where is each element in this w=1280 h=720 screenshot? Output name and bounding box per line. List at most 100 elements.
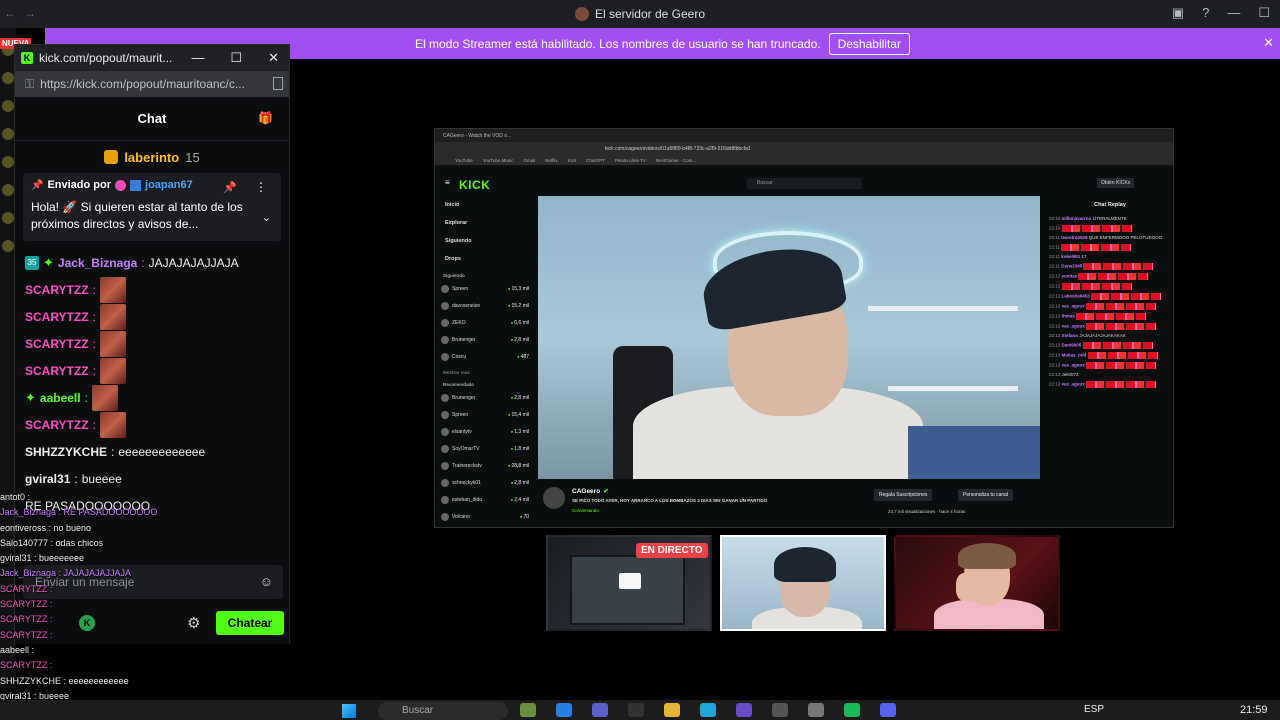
site-info-icon[interactable]: ⚿ (25, 77, 34, 92)
customize-channel-button: Personaliza tu canal (958, 489, 1014, 501)
emote-image (99, 357, 126, 384)
banner-text: El modo Streamer está habilitado. Los no… (415, 36, 821, 51)
inbox-icon[interactable]: ▣ (1172, 5, 1184, 21)
chat-username[interactable]: SCARYTZZ (25, 283, 89, 297)
chat-input[interactable]: Enviar un mensaje ☺ (23, 565, 283, 599)
replay-line: 22:12 vax_aguux (1045, 321, 1173, 331)
windows-start-icon[interactable] (342, 704, 356, 718)
chat-username[interactable]: Jack_Biznaga (58, 256, 137, 270)
chat-text: JAJAJAJAJJAJA (148, 255, 239, 270)
replay-user: leandro0529 (1061, 234, 1088, 240)
kick-icon[interactable]: K (79, 615, 95, 631)
kick-nav-explore: Explorar (445, 220, 468, 226)
minimize-icon[interactable]: — (191, 50, 204, 66)
following-section-title: Siguiendo (443, 273, 465, 278)
emote-image (1087, 351, 1158, 359)
page-icon[interactable] (273, 77, 283, 90)
top-gifter[interactable]: laberinto 15 (15, 141, 289, 173)
replay-line: 22:12 vax_aguux (1045, 301, 1173, 311)
replay-time: 22:13 (1049, 352, 1061, 358)
app-icon[interactable] (556, 703, 572, 717)
chat-message: ✦ aabeell: (25, 384, 279, 411)
recommended-channel: Spreen15,4 mil (435, 406, 535, 423)
server-avatar[interactable] (2, 184, 14, 196)
nav-arrows[interactable]: ←→ (4, 6, 44, 20)
badge-icon (115, 179, 127, 191)
participant-tile-camera[interactable] (720, 535, 886, 631)
pinned-user[interactable]: joapan67 (145, 179, 193, 191)
maximize-icon[interactable]: ☐ (1258, 5, 1270, 21)
app-icon[interactable] (520, 703, 536, 717)
participant-tile-camera[interactable] (894, 535, 1060, 631)
app-icon[interactable] (772, 703, 788, 717)
more-options-icon[interactable]: ⋮ (255, 180, 267, 194)
send-chat-button[interactable]: Chatear (216, 611, 284, 635)
gear-icon[interactable]: ⚙ (187, 614, 200, 632)
replay-time: 22:13 (1049, 332, 1061, 338)
followed-channel: Spreen15,3 mil (435, 280, 535, 297)
screen-share-icon (619, 573, 641, 589)
help-icon[interactable]: ? (1202, 5, 1209, 21)
discord-icon[interactable] (880, 703, 896, 717)
emoji-icon[interactable]: ☺ (260, 574, 273, 589)
overlay-chat-line: SCARYTZZ : (0, 660, 53, 671)
chat-username[interactable]: SHHZZYKCHE (25, 445, 107, 459)
server-avatar[interactable] (2, 100, 14, 112)
server-avatar[interactable] (2, 156, 14, 168)
chat-username[interactable]: gviral31 (25, 472, 70, 486)
server-avatar[interactable] (2, 240, 14, 252)
popup-url-bar[interactable]: ⚿ https://kick.com/popout/mauritoanc/c..… (15, 71, 289, 97)
chat-header: Chat 🎁 (15, 97, 289, 141)
taskbar: Buscar ESP 21:59 (0, 700, 1280, 720)
server-avatar[interactable] (2, 212, 14, 224)
vod-video (538, 196, 1040, 479)
server-avatar[interactable] (2, 128, 14, 140)
pin-icon: 📌 (31, 179, 44, 191)
chat-username[interactable]: SCARYTZZ (25, 337, 89, 351)
chat-actions: K ⚙ Chatear (23, 611, 284, 635)
pinned-message[interactable]: 📌 Enviado por joapan67 Hola! 🚀 Si quiere… (23, 173, 281, 241)
app-icon[interactable] (592, 703, 608, 717)
taskbar-search[interactable]: Buscar (378, 702, 508, 720)
disable-streamer-mode-button[interactable]: Deshabilitar (828, 32, 910, 55)
colon: : (92, 336, 96, 351)
unpin-icon[interactable]: 📌 (223, 181, 237, 194)
maximize-icon[interactable]: ☐ (230, 50, 242, 66)
chat-username[interactable]: aabeell (40, 391, 81, 405)
gift-icon[interactable]: 🎁 (258, 111, 273, 125)
inner-url: kick.com/cageero/videos/01a5f8f9-b4f8-73… (605, 146, 751, 152)
server-avatar[interactable] (2, 72, 14, 84)
chat-username[interactable]: SCARYTZZ (25, 310, 89, 324)
chat-username[interactable]: SCARYTZZ (25, 364, 89, 378)
chevron-down-icon[interactable]: ⌄ (262, 211, 271, 224)
folder-icon[interactable] (664, 703, 680, 717)
bookmark: Kick (567, 158, 577, 163)
replay-line: 22:11 leandro0529 QUE ENFERMOOO PELOTUDO… (1045, 233, 1173, 242)
app-icon[interactable] (736, 703, 752, 717)
spotify-icon[interactable] (844, 703, 860, 717)
app-icon[interactable] (628, 703, 644, 717)
minimize-icon[interactable]: — (1227, 5, 1240, 21)
streamer-name: CAGeero ✔ (572, 488, 609, 495)
replay-time: 22:10 (1049, 225, 1061, 231)
top-gifter-name: laberinto (124, 149, 180, 165)
replay-time: 22:11 (1049, 253, 1060, 259)
replay-msg: JAJAJAJAJAJAKAKAK (1079, 332, 1126, 338)
clock[interactable]: 21:59 (1240, 704, 1268, 716)
gear-icon[interactable] (808, 703, 824, 717)
window-titlebar: ←→ El servidor de Geero ▣ ? — ☐ (0, 0, 1280, 28)
recommended-channel: esteban_dido2,4 mil (435, 491, 535, 508)
kick-search: Buscar (747, 178, 862, 189)
close-banner-icon[interactable]: ✕ (1263, 35, 1274, 51)
replay-line: 22:12 Labestia0453 (1045, 291, 1173, 301)
emote-image (91, 384, 118, 411)
replay-msg: 17 (1081, 253, 1087, 259)
emote-image (1061, 224, 1132, 232)
participant-tile-screenshare[interactable]: EN DIRECTO (546, 535, 712, 631)
replay-user: Dani9005 (1061, 342, 1082, 348)
kick-nav-home: Inicio (445, 202, 460, 208)
browser-icon[interactable] (700, 703, 716, 717)
language-indicator[interactable]: ESP (1084, 704, 1104, 715)
close-icon[interactable]: ✕ (268, 50, 279, 66)
chat-username[interactable]: SCARYTZZ (25, 418, 89, 432)
